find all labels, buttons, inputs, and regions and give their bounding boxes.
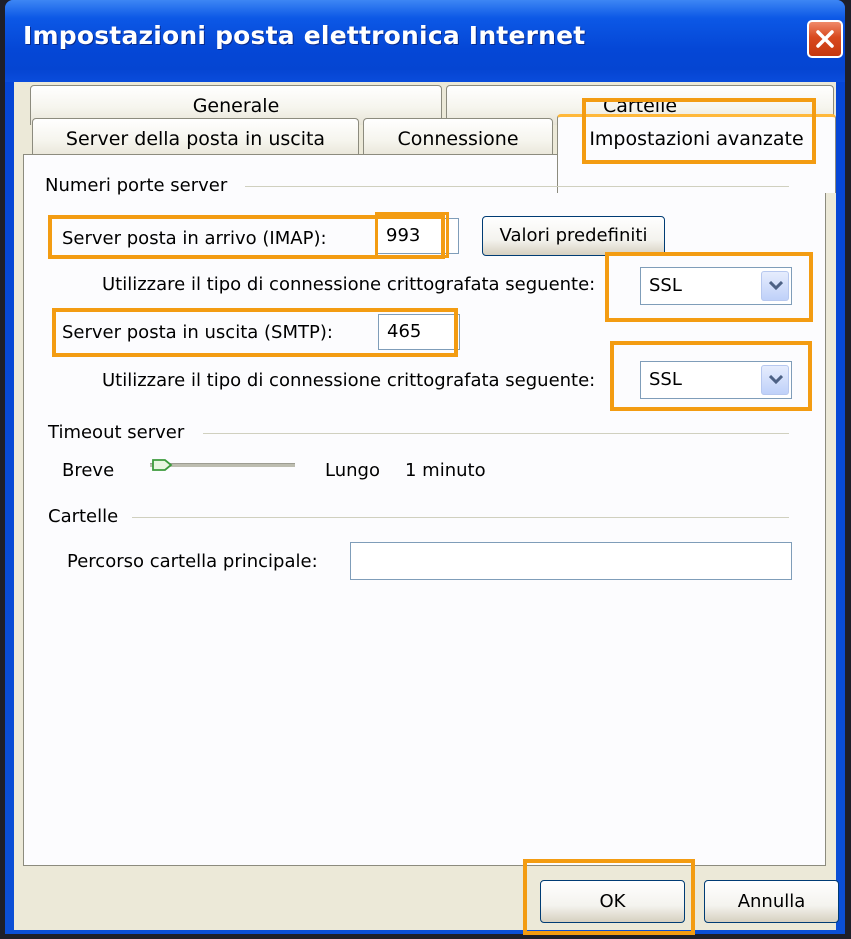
tab-label: Connessione <box>397 128 519 150</box>
incoming-server-label: Server posta in arrivo (IMAP): <box>62 228 327 249</box>
group-label-server-ports: Numeri porte server <box>45 175 234 196</box>
group-label-folders: Cartelle <box>48 506 125 527</box>
dropdown-button[interactable] <box>761 271 789 301</box>
timeout-value-text: 1 minuto <box>405 460 486 481</box>
title-bar[interactable]: Impostazioni posta elettronica Internet <box>5 0 845 82</box>
tab-server-posta-uscita[interactable]: Server della posta in uscita <box>32 118 359 158</box>
outgoing-port-field[interactable]: 465 <box>378 314 460 350</box>
window-title: Impostazioni posta elettronica Internet <box>23 21 586 50</box>
tab-connessione[interactable]: Connessione <box>363 118 553 158</box>
close-button[interactable] <box>807 20 843 58</box>
cancel-button[interactable]: Annulla <box>704 880 839 923</box>
tab-label: Impostazioni avanzate <box>589 128 804 150</box>
tab-label: Generale <box>192 95 280 117</box>
dropdown-button[interactable] <box>761 365 789 395</box>
root-folder-label: Percorso cartella principale: <box>67 551 318 572</box>
timeout-short-label: Breve <box>62 460 115 481</box>
default-values-button[interactable]: Valori predefiniti <box>482 216 665 256</box>
encryption-select-value: SSL <box>649 275 682 296</box>
encryption-select-outgoing[interactable]: SSL <box>640 361 792 399</box>
encryption-label-incoming: Utilizzare il tipo di connessione critto… <box>102 274 596 295</box>
encryption-select-value: SSL <box>649 369 682 390</box>
outgoing-server-label: Server posta in uscita (SMTP): <box>62 322 333 343</box>
chevron-down-icon <box>769 375 783 385</box>
divider <box>203 433 789 434</box>
group-label-timeout: Timeout server <box>48 422 191 443</box>
timeout-slider-thumb[interactable] <box>151 458 175 472</box>
encryption-select-incoming[interactable]: SSL <box>640 267 792 305</box>
dialog-window: Impostazioni posta elettronica Internet … <box>5 0 845 935</box>
encryption-label-outgoing: Utilizzare il tipo di connessione critto… <box>102 370 596 391</box>
tab-label: Server della posta in uscita <box>65 128 326 150</box>
tab-impostazioni-avanzate[interactable]: Impostazioni avanzate <box>557 114 836 193</box>
root-folder-field[interactable] <box>350 542 792 580</box>
close-icon <box>816 30 834 48</box>
divider <box>245 186 789 187</box>
tab-panel-advanced <box>23 154 826 866</box>
ok-button[interactable]: OK <box>540 880 685 923</box>
timeout-long-label: Lungo <box>325 460 380 481</box>
divider <box>132 517 789 518</box>
chevron-down-icon <box>769 281 783 291</box>
incoming-port-field[interactable]: 993 <box>377 218 459 254</box>
